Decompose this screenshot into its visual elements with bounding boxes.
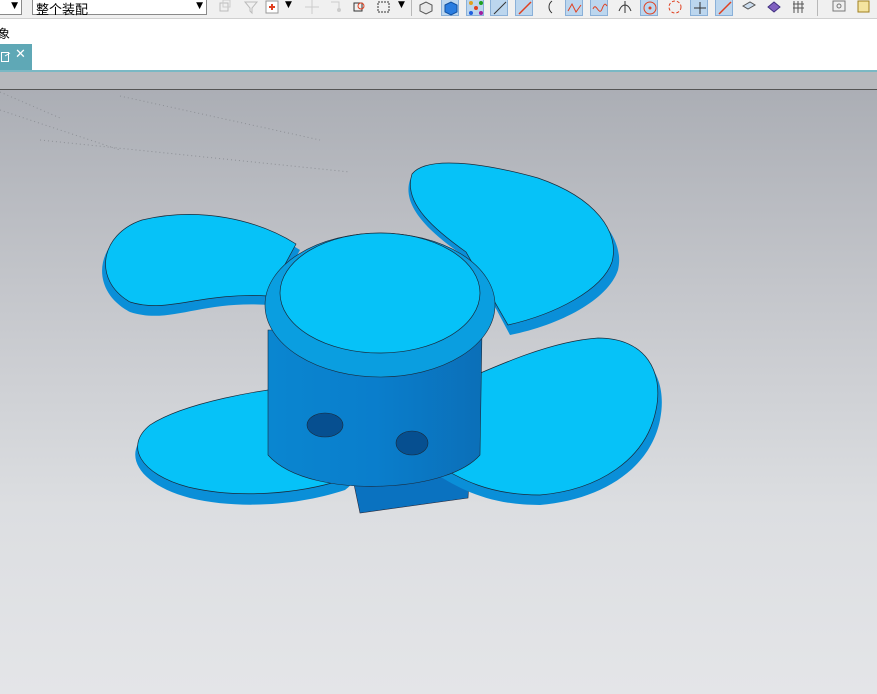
close-icon[interactable]: ✕ [15,47,26,62]
hole-right [395,430,429,456]
move-handles-icon[interactable] [466,0,484,16]
chevron-down-icon[interactable]: ▼ [398,0,405,10]
toolbar: ▼ 整个装配 ▼ ▼ ▼ [0,0,877,19]
line-tool-icon[interactable] [490,0,508,16]
plus-point-icon[interactable] [690,0,708,16]
toolbar-separator [817,0,818,16]
filter-icon[interactable] [242,0,260,16]
spline-icon[interactable] [565,0,583,16]
background-edges [0,91,351,173]
grid-icon[interactable] [790,0,808,16]
crosshair-icon[interactable] [303,0,321,16]
solid-view-icon[interactable] [417,0,435,16]
curve-tool-icon[interactable] [542,0,560,16]
arc-endpoint-icon[interactable] [515,0,533,16]
wave-curve-icon[interactable] [590,0,608,16]
intersect-icon[interactable] [616,0,634,16]
point-on-icon[interactable] [327,0,345,16]
surface-tool-icon[interactable] [740,0,758,16]
rect-select-icon[interactable] [375,0,393,16]
document-tabbar: ✕ [0,44,877,72]
status-row: 象 [0,19,877,43]
face-shade-icon[interactable] [765,0,783,16]
status-text: 象 [0,27,11,41]
fidget-spinner-model [0,91,662,514]
document-icon [1,52,11,62]
hole-left [306,412,344,438]
box-select-icon[interactable] [351,0,369,16]
circle-point-icon[interactable] [666,0,684,16]
hub-cap [279,232,481,354]
layer-icon[interactable] [855,0,873,16]
graphics-viewport[interactable] [0,72,877,694]
line-segment-icon[interactable] [715,0,733,16]
selection-scope-dropdown[interactable]: 整个装配 ▼ [32,0,207,18]
orient-view-icon[interactable] [830,0,848,16]
snap-point-icon[interactable] [264,0,282,16]
document-tab[interactable]: ✕ [0,44,32,70]
circle-center-icon[interactable] [640,0,658,16]
selection-mode-dropdown[interactable]: ▼ [0,0,22,15]
chevron-down-icon[interactable]: ▼ [285,0,292,10]
selection-scope-value: 整个装配 [36,3,89,18]
chevron-down-icon: ▼ [11,1,18,11]
toolbar-separator [411,0,412,16]
chevron-down-icon: ▼ [196,1,203,11]
select-component-icon[interactable] [216,0,234,16]
blue-cube-icon[interactable] [441,0,459,16]
